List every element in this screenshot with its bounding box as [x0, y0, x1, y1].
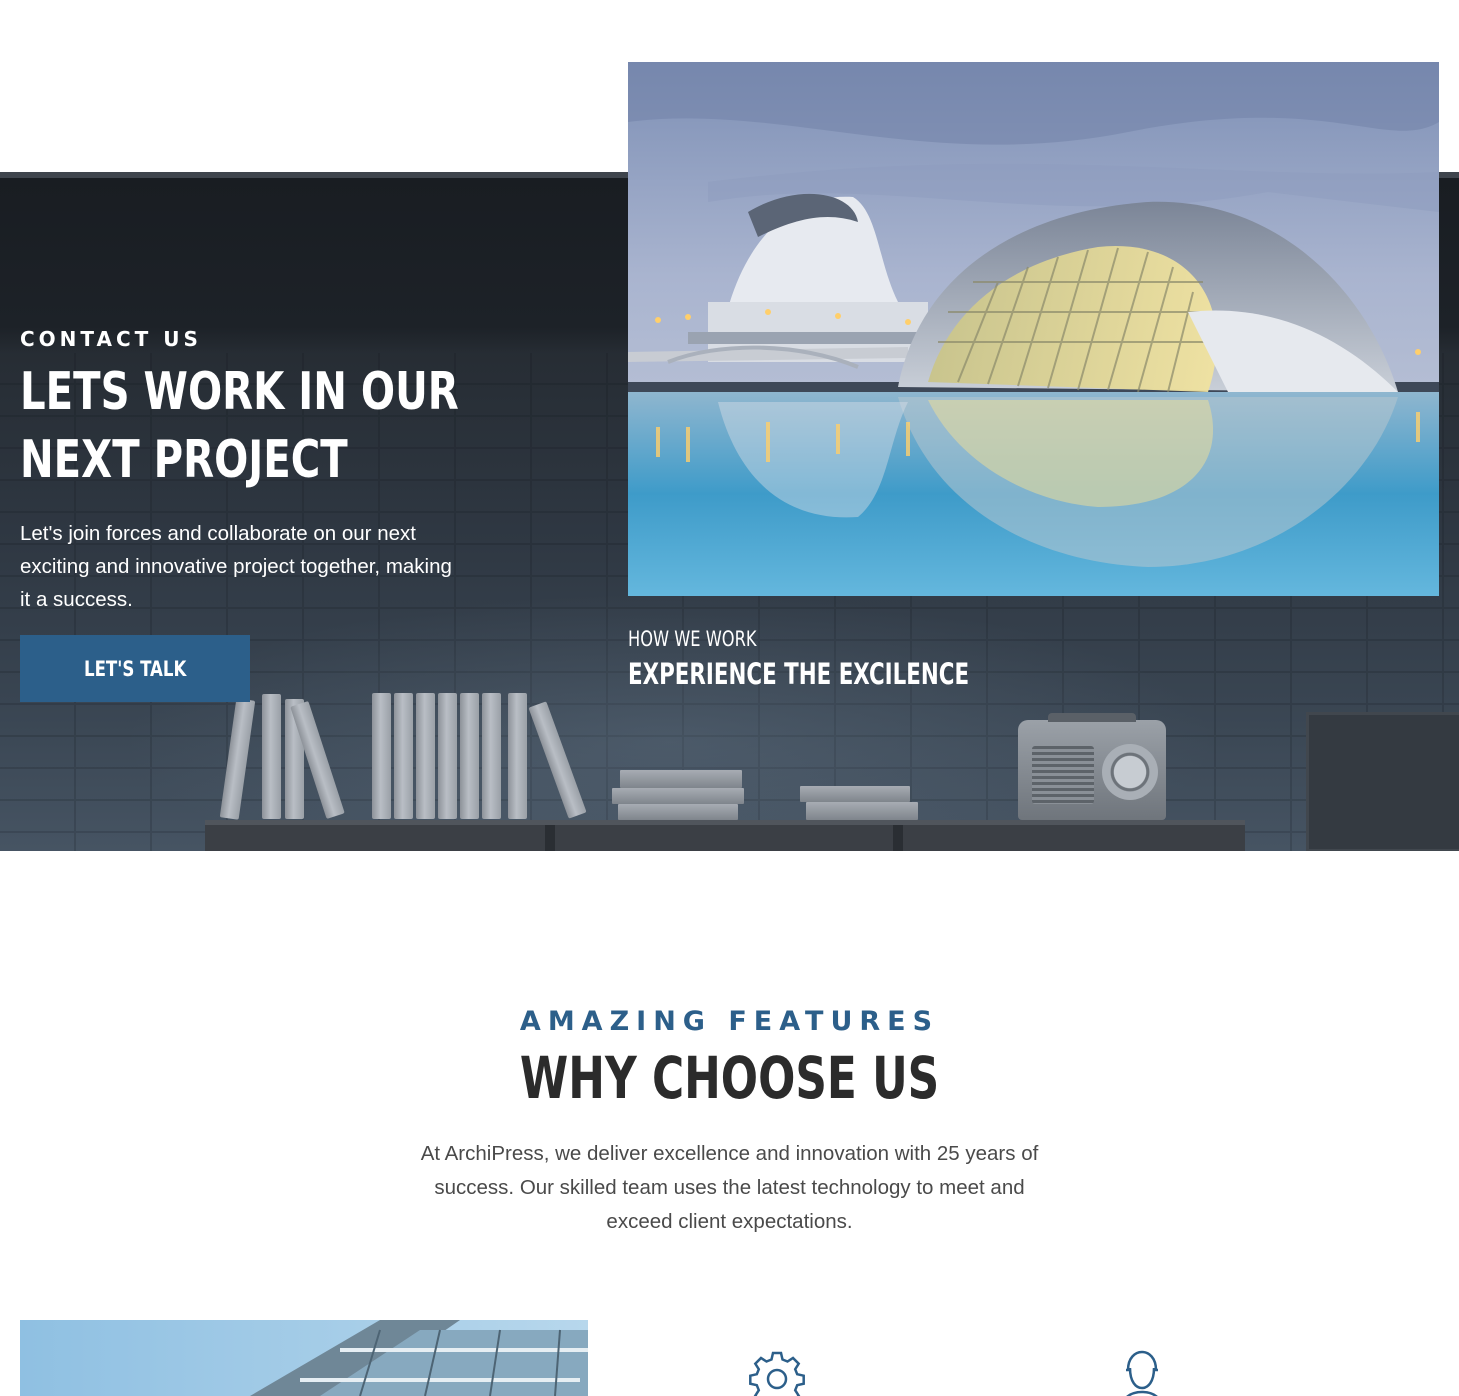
radio-decoration — [1018, 713, 1166, 820]
contact-label: CONTACT US — [20, 327, 202, 351]
contact-title-line2: NEXT PROJECT — [20, 430, 348, 490]
features-title: WHY CHOOSE US — [0, 1040, 1459, 1116]
features-kicker: AMAZING FEATURES — [519, 1006, 940, 1037]
feature-building-image — [20, 1320, 588, 1396]
contact-title-line1: LETS WORK IN OUR — [20, 362, 459, 422]
features-text: At ArchiPress, we deliver excellence and… — [420, 1142, 1039, 1233]
how-we-work-title: EXPERIENCE THE EXCILENCE — [628, 657, 970, 691]
user-icon — [1118, 1350, 1166, 1396]
features-title-text: WHY CHOOSE US — [519, 1044, 940, 1112]
contact-text: Let's join forces and collaborate on our… — [20, 522, 452, 611]
project-image — [628, 62, 1439, 596]
contact-title: LETS WORK IN OUR NEXT PROJECT — [20, 358, 459, 494]
how-we-work-label: HOW WE WORK — [628, 627, 757, 651]
lets-talk-button[interactable]: LET'S TALK — [20, 635, 250, 702]
gear-icon — [748, 1350, 806, 1396]
lets-talk-button-label: LET'S TALK — [83, 656, 187, 681]
